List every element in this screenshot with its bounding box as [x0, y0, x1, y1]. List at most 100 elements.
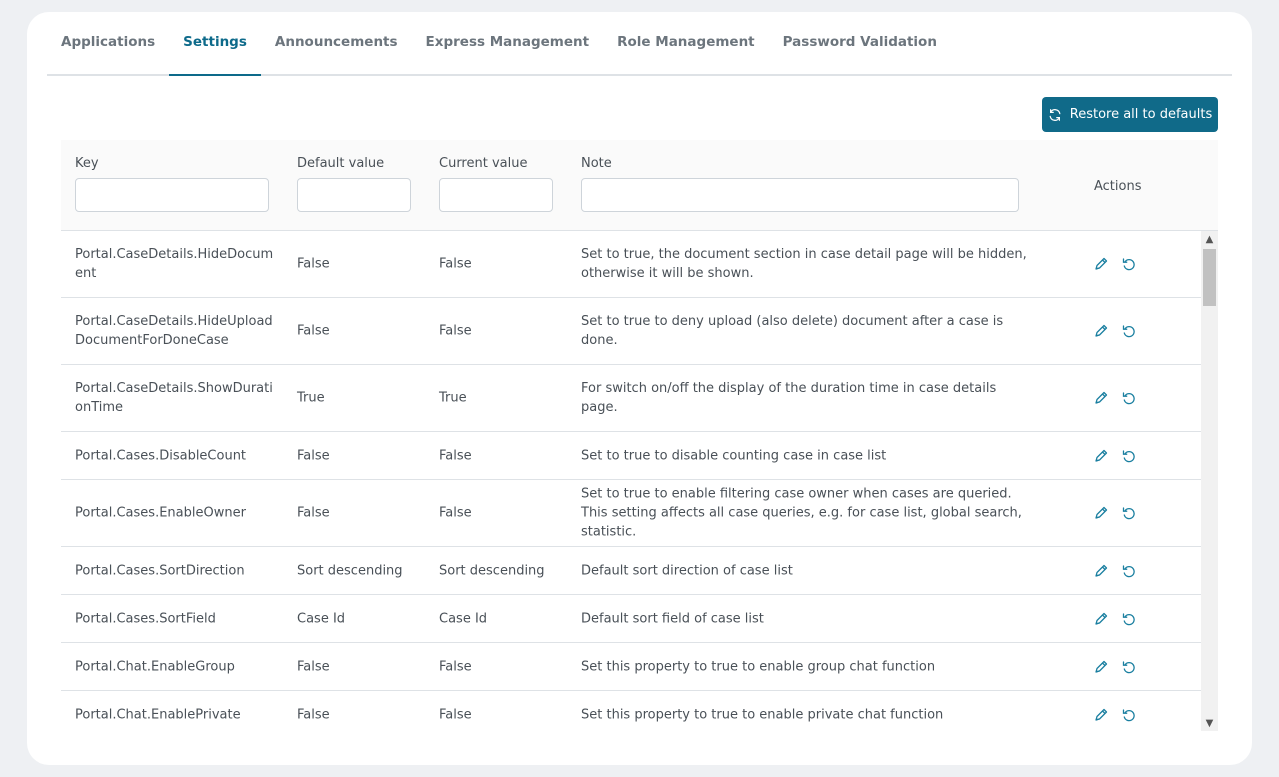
undo-icon[interactable] — [1121, 448, 1137, 464]
restore-all-defaults-label: Restore all to defaults — [1069, 107, 1213, 122]
row-default-value: True — [297, 390, 325, 406]
table-body: Portal.CaseDetails.HideDocument False Fals… — [61, 231, 1201, 731]
row-note: For switch on/off the display of the dur… — [581, 381, 997, 415]
row-key: Portal.Chat.EnableGroup — [75, 659, 235, 674]
row-note: Set to true to disable counting case in … — [581, 448, 887, 463]
row-current-value: False — [439, 505, 472, 521]
row-current-value: False — [439, 256, 472, 272]
actions-header-label: Actions — [1094, 179, 1142, 194]
row-current-value: False — [439, 323, 472, 339]
row-note: Default sort direction of case list — [581, 563, 793, 578]
row-actions — [1093, 659, 1137, 675]
row-actions — [1093, 611, 1137, 627]
restore-all-defaults-button[interactable]: Restore all to defaults — [1042, 97, 1218, 132]
undo-icon[interactable] — [1121, 256, 1137, 272]
row-note: Set this property to true to enable grou… — [581, 659, 936, 674]
row-note: Set to true, the document section in cas… — [581, 247, 1027, 281]
row-key: Portal.Cases.SortDirection — [75, 563, 245, 578]
pencil-icon[interactable] — [1093, 448, 1109, 464]
table-row: Portal.CaseDetails.ShowDurationTime True T… — [61, 365, 1201, 432]
tab-password-validation[interactable]: Password Validation — [769, 30, 951, 74]
row-default-value: False — [297, 323, 330, 339]
row-current-value: False — [439, 659, 472, 674]
table-row: Portal.CaseDetails.HideUploadDocumentFor… — [61, 298, 1201, 365]
row-key: Portal.Cases.SortField — [75, 611, 216, 626]
undo-icon[interactable] — [1121, 707, 1137, 723]
default-value-filter-input[interactable] — [297, 178, 411, 212]
table-scrollbar[interactable]: ▲ ▼ — [1201, 231, 1218, 731]
key-column-header: Key — [75, 156, 269, 212]
row-actions — [1093, 563, 1137, 579]
pencil-icon[interactable] — [1093, 707, 1109, 723]
row-key: Portal.CaseDetails.HideDocument — [75, 247, 274, 281]
row-actions — [1093, 448, 1137, 464]
pencil-icon[interactable] — [1093, 659, 1109, 675]
note-header-label: Note — [581, 156, 612, 171]
undo-icon[interactable] — [1121, 563, 1137, 579]
row-default-value: Case Id — [297, 611, 346, 626]
table-row: Portal.Cases.EnableOwner False False Set to… — [61, 480, 1201, 547]
row-key: Portal.Cases.EnableOwner — [75, 505, 246, 521]
undo-icon[interactable] — [1121, 505, 1137, 521]
current-value-filter-input[interactable] — [439, 178, 553, 212]
row-note: Set this property to true to enable priv… — [581, 707, 944, 722]
current-value-header-label: Current value — [439, 156, 528, 171]
scroll-up-icon[interactable]: ▲ — [1201, 231, 1218, 247]
note-filter-input[interactable] — [581, 178, 1019, 212]
undo-icon[interactable] — [1121, 611, 1137, 627]
pencil-icon[interactable] — [1093, 390, 1109, 406]
row-current-value: False — [439, 448, 472, 463]
row-current-value: Case Id — [439, 611, 488, 626]
tab-bar: Applications Settings Announcements Expr… — [47, 12, 1232, 76]
row-current-value: Sort descending — [439, 563, 545, 578]
undo-icon[interactable] — [1121, 323, 1137, 339]
row-actions — [1093, 323, 1137, 339]
default-value-column-header: Default value — [297, 156, 411, 212]
table-row: Portal.Cases.DisableCount False False Set t… — [61, 432, 1201, 480]
key-header-label: Key — [75, 156, 99, 171]
current-value-column-header: Current value — [439, 156, 553, 212]
tab-applications[interactable]: Applications — [47, 30, 169, 74]
note-column-header: Note — [581, 156, 1019, 212]
tab-role-management[interactable]: Role Management — [603, 30, 769, 74]
row-default-value: False — [297, 256, 330, 272]
undo-icon[interactable] — [1121, 390, 1137, 406]
row-actions — [1093, 256, 1137, 272]
row-default-value: False — [297, 448, 330, 463]
scroll-thumb[interactable] — [1203, 249, 1216, 306]
row-key: Portal.CaseDetails.HideUploadDocumentFor… — [75, 314, 273, 348]
key-filter-input[interactable] — [75, 178, 269, 212]
default-value-header-label: Default value — [297, 156, 385, 171]
pencil-icon[interactable] — [1093, 256, 1109, 272]
tab-express-management[interactable]: Express Management — [412, 30, 604, 74]
settings-card: Applications Settings Announcements Expr… — [27, 12, 1252, 765]
pencil-icon[interactable] — [1093, 611, 1109, 627]
pencil-icon[interactable] — [1093, 323, 1109, 339]
row-default-value: False — [297, 707, 330, 722]
pencil-icon[interactable] — [1093, 505, 1109, 521]
row-key: Portal.Chat.EnablePrivate — [75, 707, 241, 722]
table-row: Portal.Cases.SortField Case Id Case Id Defa… — [61, 595, 1201, 643]
row-current-value: False — [439, 707, 472, 722]
pencil-icon[interactable] — [1093, 563, 1109, 579]
row-key: Portal.Cases.DisableCount — [75, 448, 247, 463]
undo-icon[interactable] — [1121, 659, 1137, 675]
scroll-down-icon[interactable]: ▼ — [1201, 715, 1218, 731]
row-current-value: True — [439, 390, 467, 406]
row-default-value: False — [297, 505, 330, 521]
table-row: Portal.Chat.EnablePrivate False False Set t… — [61, 691, 1201, 731]
row-actions — [1093, 390, 1137, 406]
row-note: Set to true to deny upload (also delete)… — [581, 314, 1004, 348]
row-default-value: Sort descending — [297, 563, 403, 578]
row-actions — [1093, 707, 1137, 723]
table-row: Portal.CaseDetails.HideDocument False Fals… — [61, 231, 1201, 298]
row-default-value: False — [297, 659, 330, 674]
row-note: Default sort field of case list — [581, 611, 764, 626]
tab-settings[interactable]: Settings — [169, 30, 261, 76]
table-row: Portal.Chat.EnableGroup False False Set thi… — [61, 643, 1201, 691]
refresh-icon — [1048, 108, 1062, 122]
tab-announcements[interactable]: Announcements — [261, 30, 412, 74]
row-note: Set to true to enable filtering case own… — [581, 486, 1022, 540]
table-row: Portal.Cases.SortDirection Sort descendin… — [61, 547, 1201, 595]
table-header: Key Default value Current value Note Act… — [61, 140, 1218, 231]
